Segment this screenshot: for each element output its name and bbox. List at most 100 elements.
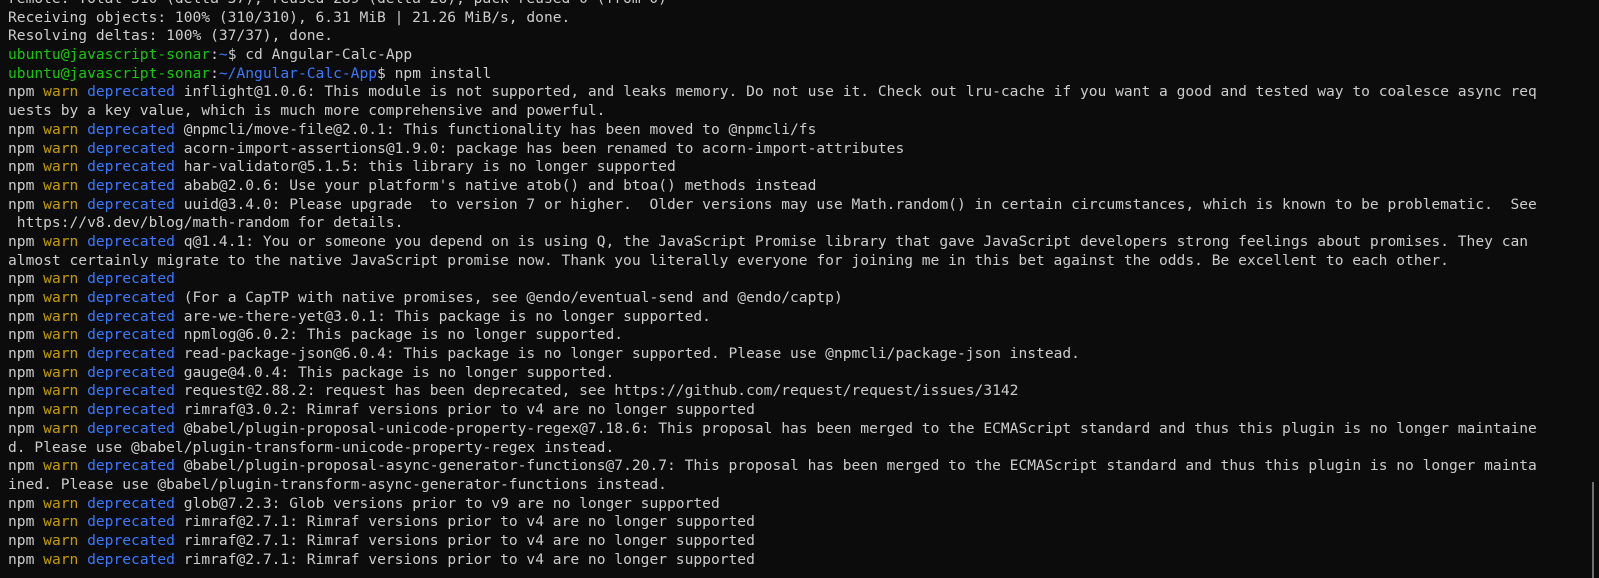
terminal-text-segment: warn [43,270,79,288]
terminal-text-segment: deprecated [87,345,175,363]
terminal-text-segment: deprecated [87,363,175,381]
terminal-text-segment: rimraf@2.7.1: Rimraf versions prior to v… [174,550,755,568]
terminal-line: npm warn deprecated npmlog@6.0.2: This p… [8,326,1553,345]
terminal-text-segment: npm [8,139,44,157]
terminal-text-segment: warn [43,345,79,363]
terminal-text-segment: https://v8.dev/blog/math-random for deta… [8,214,404,232]
terminal-text-segment: npm [8,382,44,400]
terminal-text-segment: $ npm install [377,64,492,82]
terminal-line: npm warn deprecated [8,270,1553,289]
terminal-text-segment: rimraf@2.7.1: Rimraf versions prior to v… [174,531,755,549]
terminal-line: remote: Total 310 (delta 37), reused 289… [8,0,1553,9]
terminal-line: Resolving deltas: 100% (37/37), done. [8,27,1553,46]
vertical-scrollbar[interactable] [1587,0,1599,578]
terminal-line: npm warn deprecated acorn-import-asserti… [8,140,1553,159]
terminal-text-segment: @babel/plugin-proposal-async-generator-f… [174,457,1537,475]
terminal-text-segment: warn [43,419,79,437]
terminal-text-segment: npmlog@6.0.2: This package is no longer … [174,326,624,344]
terminal-text-segment: ubuntu@javascript-sonar [8,46,211,64]
terminal-text-segment: ~/Angular-Calc-App [218,64,378,82]
terminal-text-segment: : [210,46,219,64]
terminal-text-segment: npm [8,289,44,306]
terminal-text-segment: npm [8,307,44,325]
terminal-line: npm warn deprecated uuid@3.4.0: Please u… [8,196,1553,215]
terminal-line: https://v8.dev/blog/math-random for deta… [8,214,1553,233]
terminal-text-segment: deprecated [87,270,175,288]
terminal-text-segment: rimraf@2.7.1: Rimraf versions prior to v… [174,513,755,531]
terminal-text-segment: npm [8,457,44,475]
terminal-text-segment: deprecated [87,457,175,475]
terminal-text-segment: npm [8,232,44,250]
terminal-text-segment: npm [8,270,44,288]
terminal-text-segment: : [210,64,219,82]
terminal-text-segment: $ cd Angular-Calc-App [227,46,413,64]
terminal-text-segment: acorn-import-assertions@1.9.0: package h… [174,139,905,157]
terminal-text-segment: deprecated [87,176,175,194]
terminal-text-segment: q@1.4.1: You or someone you depend on is… [174,232,1529,250]
terminal-line: npm warn deprecated (For a CapTP with na… [8,289,1553,308]
terminal-text-segment: almost certainly migrate to the native J… [8,251,1449,269]
terminal-line: npm warn deprecated @npmcli/move-file@2.… [8,121,1553,140]
terminal-text-segment: warn [43,120,79,138]
terminal-text-segment: deprecated [87,307,175,325]
terminal-text-segment: @babel/plugin-proposal-unicode-property-… [174,419,1537,437]
terminal-text-segment: ined. Please use @babel/plugin-transform… [8,475,667,493]
terminal-text-segment: deprecated [87,550,175,568]
terminal-text-segment: deprecated [87,158,175,176]
terminal-text-segment: warn [43,513,79,531]
terminal-text-segment: warn [43,531,79,549]
terminal-line: npm warn deprecated har-validator@5.1.5:… [8,158,1553,177]
terminal-text-segment: warn [43,550,79,568]
terminal-line: npm warn deprecated gauge@4.0.4: This pa… [8,364,1553,383]
terminal-text-segment: warn [43,195,79,213]
terminal-line: npm warn deprecated rimraf@3.0.2: Rimraf… [8,401,1553,420]
terminal-text-segment: warn [43,83,79,101]
terminal-text-segment: npm [8,363,44,381]
terminal-line: npm warn deprecated rimraf@2.7.1: Rimraf… [8,513,1553,532]
terminal-text-segment: d. Please use @babel/plugin-transform-un… [8,438,615,456]
terminal-output[interactable]: remote: Total 310 (delta 37), reused 289… [8,0,1553,569]
terminal-text-segment: npm [8,345,44,363]
terminal-text-segment: npm [8,531,44,549]
terminal-text-segment: npm [8,83,44,101]
terminal-line: npm warn deprecated inflight@1.0.6: This… [8,83,1553,102]
terminal-line: ubuntu@javascript-sonar:~$ cd Angular-Ca… [8,46,1553,65]
terminal-text-segment: deprecated [87,120,175,138]
terminal-text-segment: warn [43,401,79,419]
terminal-text-segment: npm [8,550,44,568]
terminal-text-segment: ~ [218,46,228,64]
terminal-text-segment: deprecated [87,139,175,157]
terminal-text-segment: Resolving deltas: 100% (37/37), done. [8,27,334,45]
terminal-text-segment: read-package-json@6.0.4: This package is… [174,345,1080,363]
terminal-window[interactable]: remote: Total 310 (delta 37), reused 289… [0,0,1599,578]
scrollbar-thumb[interactable] [1592,482,1594,578]
terminal-line: d. Please use @babel/plugin-transform-un… [8,439,1553,458]
terminal-line: almost certainly migrate to the native J… [8,252,1553,271]
terminal-text-segment: warn [43,307,79,325]
terminal-text-segment: deprecated [87,513,175,531]
terminal-text-segment: warn [43,232,79,250]
terminal-text-segment: warn [43,326,79,344]
terminal-text-segment: deprecated [87,83,175,101]
terminal-line: npm warn deprecated rimraf@2.7.1: Rimraf… [8,532,1553,551]
terminal-text-segment: warn [43,139,79,157]
terminal-text-segment: abab@2.0.6: Use your platform's native a… [174,176,817,194]
terminal-text-segment: deprecated [87,326,175,344]
terminal-text-segment: warn [43,363,79,381]
terminal-text-segment: deprecated [87,401,175,419]
terminal-text-segment: npm [8,120,44,138]
terminal-line: npm warn deprecated rimraf@2.7.1: Rimraf… [8,551,1553,570]
